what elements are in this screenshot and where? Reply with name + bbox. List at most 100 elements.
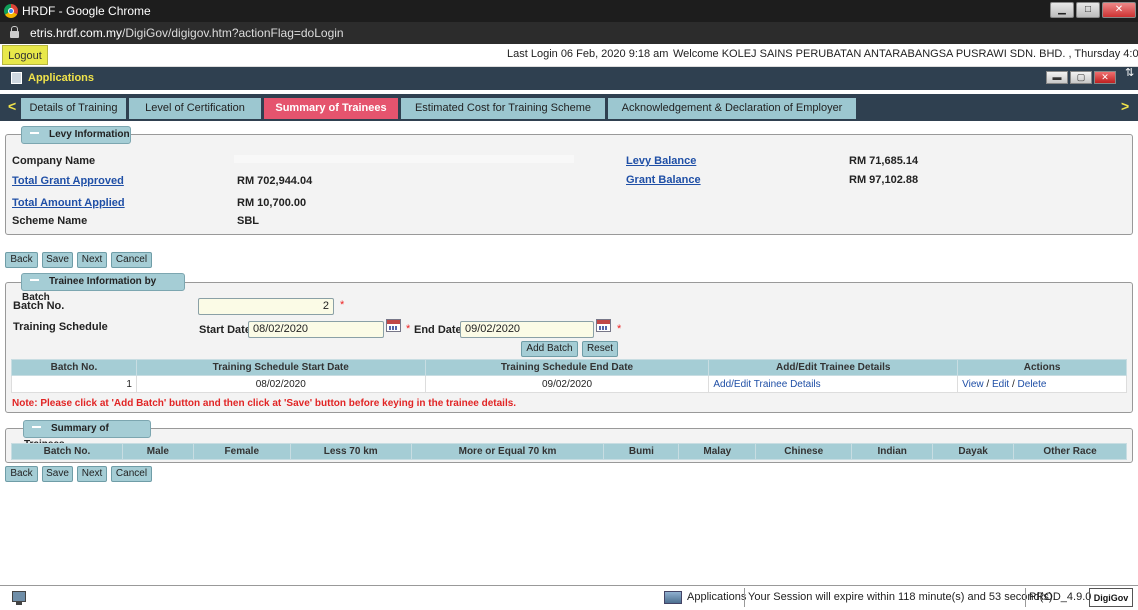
tab-acknowledgement-declaration[interactable]: Acknowledgement & Declaration of Employe… xyxy=(608,98,856,119)
panel-controls: ▬ ▢ ✕ xyxy=(1046,71,1116,84)
tab-details-of-training[interactable]: Details of Training xyxy=(21,98,126,119)
total-amount-applied-value: RM 10,700.00 xyxy=(237,197,307,209)
view-link[interactable]: View xyxy=(962,379,984,390)
url-path: /DigiGov/digigov.htm?actionFlag=doLogin xyxy=(122,26,344,40)
digigov-logo: DigiGov xyxy=(1089,588,1133,607)
column-header-add-edit: Add/Edit Trainee Details xyxy=(708,359,959,376)
end-date-label: End Date xyxy=(414,324,462,336)
action-separator: / xyxy=(983,378,992,390)
column-header-chinese: Chinese xyxy=(755,443,853,460)
end-date-input[interactable]: 09/02/2020 xyxy=(460,321,594,338)
window-minimize-button[interactable]: ▁ xyxy=(1050,2,1074,18)
cell-start-date: 08/02/2020 xyxy=(135,375,426,393)
batch-table-header-row: Batch No. Training Schedule Start Date T… xyxy=(11,359,1127,376)
column-header-indian: Indian xyxy=(851,443,934,460)
column-header-female: Female xyxy=(192,443,291,460)
next-button[interactable]: Next xyxy=(77,252,107,268)
applications-title: Applications xyxy=(28,72,95,84)
reset-button[interactable]: Reset xyxy=(582,341,618,357)
column-header-other-race: Other Race xyxy=(1013,443,1127,460)
column-header-batch-no: Batch No. xyxy=(11,359,137,376)
resize-arrows-icon[interactable]: ⇅ xyxy=(1125,68,1134,79)
batch-table: Batch No. Training Schedule Start Date T… xyxy=(11,359,1127,393)
grant-balance-value: RM 97,102.88 xyxy=(849,174,919,186)
cancel-button[interactable]: Cancel xyxy=(111,252,152,268)
levy-balance-link[interactable]: Levy Balance xyxy=(626,155,696,167)
panel-maximize-button[interactable]: ▢ xyxy=(1070,71,1092,84)
cell-end-date: 09/02/2020 xyxy=(424,375,710,393)
action-separator: / xyxy=(1009,378,1018,390)
panel-close-button[interactable]: ✕ xyxy=(1094,71,1116,84)
status-bar: Applications Your Session will expire wi… xyxy=(0,585,1138,610)
total-amount-applied-link[interactable]: Total Amount Applied xyxy=(12,197,125,209)
levy-balance-value: RM 71,685.14 xyxy=(849,155,919,167)
status-separator xyxy=(744,588,745,607)
batch-no-input[interactable]: 2 xyxy=(198,298,334,315)
levy-information-panel xyxy=(5,134,1133,235)
status-applications[interactable]: Applications xyxy=(687,591,746,603)
cancel-button[interactable]: Cancel xyxy=(111,466,152,482)
summary-table-header-row: Batch No. Male Female Less 70 km More or… xyxy=(11,443,1127,460)
applications-bar: Applications ▬ ▢ ✕ ⇅ xyxy=(0,67,1138,90)
tab-next-arrow-icon[interactable]: > xyxy=(1121,98,1129,114)
column-header-malay: Malay xyxy=(678,443,757,460)
column-header-more-70km: More or Equal 70 km xyxy=(410,443,605,460)
delete-link[interactable]: Delete xyxy=(1018,379,1047,390)
applications-icon xyxy=(11,72,22,84)
start-date-input[interactable]: 08/02/2020 xyxy=(248,321,384,338)
levy-information-legend[interactable]: Levy Information xyxy=(21,126,131,144)
summary-of-trainees-legend[interactable]: Summary of Trainees xyxy=(23,420,151,450)
window-maximize-button[interactable]: □ xyxy=(1076,2,1100,18)
monitor-icon[interactable] xyxy=(12,591,26,605)
edit-link[interactable]: Edit xyxy=(992,379,1009,390)
cell-actions: View / Edit / Delete xyxy=(957,375,1127,393)
levy-information-title: Levy Information xyxy=(49,129,130,140)
tab-prev-arrow-icon[interactable]: < xyxy=(8,98,16,114)
collapse-minus-icon xyxy=(30,279,39,282)
back-button[interactable]: Back xyxy=(5,466,38,482)
panel-minimize-button[interactable]: ▬ xyxy=(1046,71,1068,84)
start-date-label: Start Date xyxy=(199,324,251,336)
column-header-actions: Actions xyxy=(957,359,1127,376)
batch-no-required-mark: * xyxy=(340,299,345,311)
lock-icon xyxy=(10,26,19,38)
version-text: PROD_4.9.0 xyxy=(1029,591,1092,603)
scheme-name-label: Scheme Name xyxy=(12,215,88,227)
add-edit-trainee-details-link[interactable]: Add/Edit Trainee Details xyxy=(713,379,820,390)
collapse-minus-icon xyxy=(30,132,39,135)
start-date-calendar-icon[interactable] xyxy=(386,319,401,332)
column-header-dayak: Dayak xyxy=(932,443,1015,460)
trainee-information-legend[interactable]: Trainee Information by Batch xyxy=(21,273,185,303)
company-name-label: Company Name xyxy=(12,155,96,167)
end-date-required-mark: * xyxy=(617,323,622,335)
applications-window-icon[interactable] xyxy=(664,591,682,604)
grant-balance-link[interactable]: Grant Balance xyxy=(626,174,701,186)
browser-window-title: HRDF - Google Chrome xyxy=(22,4,151,18)
total-grant-approved-link[interactable]: Total Grant Approved xyxy=(12,175,124,187)
last-login-text: Last Login 06 Feb, 2020 9:18 am xyxy=(507,48,669,60)
back-button[interactable]: Back xyxy=(5,252,38,268)
tab-estimated-cost[interactable]: Estimated Cost for Training Scheme xyxy=(401,98,605,119)
logout-button[interactable]: Logout xyxy=(2,45,48,65)
save-button[interactable]: Save xyxy=(42,252,73,268)
total-grant-approved-value: RM 702,944.04 xyxy=(237,175,313,187)
url-text[interactable]: etris.hrdf.com.my/DigiGov/digigov.htm?ac… xyxy=(30,26,344,40)
table-row: 1 08/02/2020 09/02/2020 Add/Edit Trainee… xyxy=(11,375,1127,393)
add-batch-button[interactable]: Add Batch xyxy=(521,341,578,357)
batch-no-label: Batch No. xyxy=(13,300,65,312)
url-host: etris.hrdf.com.my xyxy=(30,26,123,40)
tab-level-of-certification[interactable]: Level of Certification xyxy=(129,98,261,119)
column-header-male: Male xyxy=(121,443,194,460)
column-header-end-date: Training Schedule End Date xyxy=(424,359,710,376)
summary-table: Batch No. Male Female Less 70 km More or… xyxy=(11,443,1127,460)
address-bar[interactable]: etris.hrdf.com.my/DigiGov/digigov.htm?ac… xyxy=(0,22,1138,44)
next-button[interactable]: Next xyxy=(77,466,107,482)
company-name-value-redacted xyxy=(234,155,574,163)
tab-summary-of-trainees[interactable]: Summary of Trainees xyxy=(264,98,398,119)
end-date-calendar-icon[interactable] xyxy=(596,319,611,332)
tab-bar: < Details of Training Level of Certifica… xyxy=(0,94,1138,121)
scheme-name-value: SBL xyxy=(237,215,259,227)
column-header-less-70km: Less 70 km xyxy=(289,443,412,460)
save-button[interactable]: Save xyxy=(42,466,73,482)
window-close-button[interactable]: ✕ xyxy=(1102,2,1136,18)
